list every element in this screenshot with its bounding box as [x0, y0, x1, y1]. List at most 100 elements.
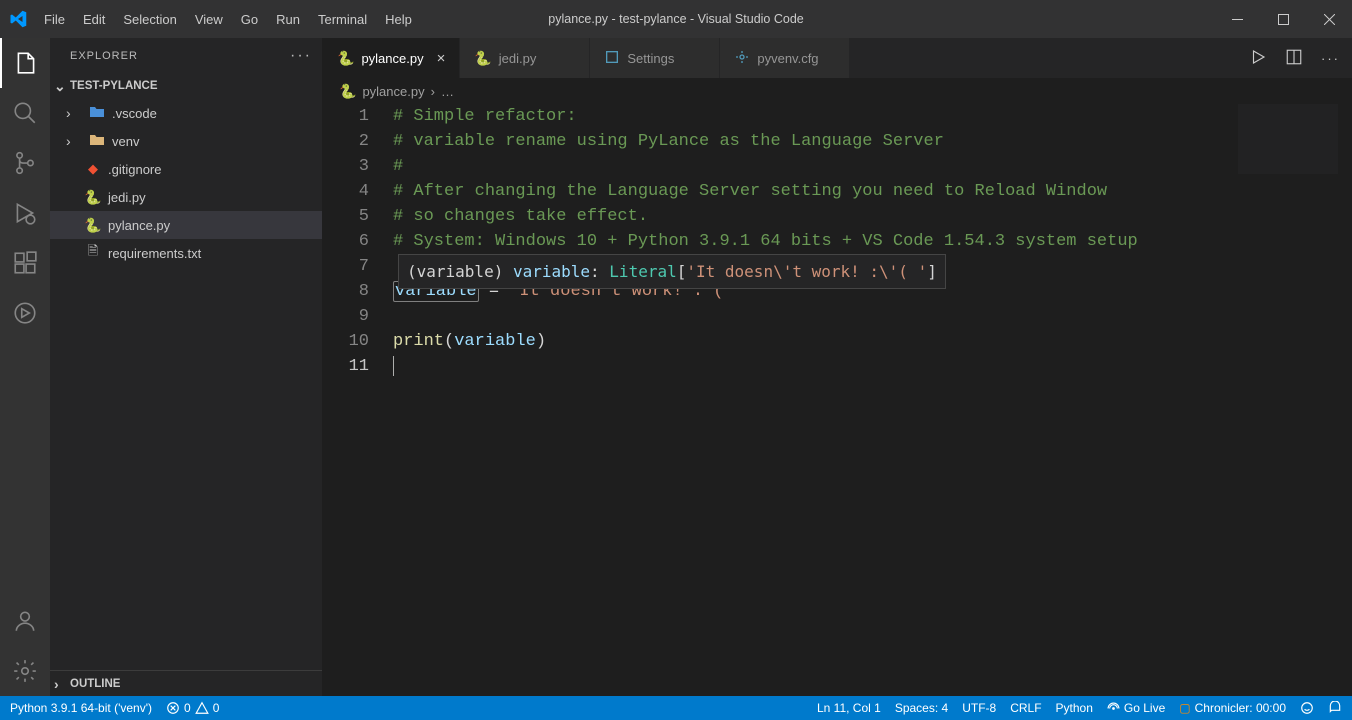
menu-view[interactable]: View — [186, 0, 232, 38]
sidebar-more-icon[interactable]: ··· — [290, 47, 312, 65]
hover-literal: 'It doesn\'t work! :\'( ' — [686, 262, 927, 281]
minimap[interactable] — [1238, 104, 1338, 174]
tree-item-vscode[interactable]: › .vscode — [50, 99, 322, 127]
comment: # variable rename using PyLance as the L… — [393, 132, 944, 151]
editor[interactable]: 1 2 3 4 5 6 7 8 9 10 11 # Simple refacto… — [323, 104, 1352, 696]
settings-icon — [604, 49, 620, 68]
line-gutter: 1 2 3 4 5 6 7 8 9 10 11 — [323, 104, 393, 696]
tree-item-label: requirements.txt — [108, 246, 201, 261]
warning-count: 0 — [213, 701, 220, 715]
tree-item-venv[interactable]: › venv — [50, 127, 322, 155]
golive-label: Go Live — [1124, 701, 1165, 715]
status-eol[interactable]: CRLF — [1010, 701, 1041, 715]
window-controls — [1214, 0, 1352, 38]
sidebar: EXPLORER ··· ⌄ TEST-PYLANCE › .vscode › … — [50, 38, 323, 696]
menu-edit[interactable]: Edit — [74, 0, 114, 38]
more-actions-button[interactable]: ··· — [1321, 51, 1340, 66]
tab-bar: 🐍 pylance.py × 🐍 jedi.py Settings pyvenv… — [323, 38, 1352, 78]
tab-jedi[interactable]: 🐍 jedi.py — [460, 38, 590, 78]
chevron-right-icon: › — [431, 84, 435, 99]
menu-run[interactable]: Run — [267, 0, 309, 38]
outline-section[interactable]: › OUTLINE — [50, 670, 322, 696]
gear-icon — [734, 49, 750, 68]
file-icon: 🗎 — [84, 242, 102, 264]
tree-item-gitignore[interactable]: ◆ .gitignore — [50, 155, 322, 183]
editor-area: 🐍 pylance.py × 🐍 jedi.py Settings pyvenv… — [323, 38, 1352, 696]
tab-label: pyvenv.cfg — [757, 51, 818, 66]
status-spaces[interactable]: Spaces: 4 — [895, 701, 948, 715]
comment: # — [393, 157, 403, 176]
hover-name: variable — [513, 262, 590, 281]
menu-help[interactable]: Help — [376, 0, 421, 38]
python-icon: 🐍 — [84, 217, 102, 234]
activity-chronicler[interactable] — [0, 288, 50, 338]
breadcrumb-symbol: … — [441, 84, 454, 99]
status-lncol[interactable]: Ln 11, Col 1 — [817, 701, 881, 715]
folder-icon — [88, 133, 106, 150]
menubar: File Edit Selection View Go Run Terminal… — [35, 0, 421, 38]
run-button[interactable] — [1249, 48, 1267, 69]
status-chronicler[interactable]: ▢ Chronicler: 00:00 — [1179, 701, 1286, 715]
status-language[interactable]: Python — [1056, 701, 1093, 715]
activity-search[interactable] — [0, 88, 50, 138]
chevron-right-icon: › — [66, 105, 82, 121]
chevron-right-icon: › — [66, 133, 82, 149]
line-number: 7 — [323, 254, 369, 279]
activity-account[interactable] — [0, 596, 50, 646]
status-bar: Python 3.9.1 64-bit ('venv') 0 0 Ln 11, … — [0, 696, 1352, 720]
close-icon[interactable]: × — [437, 50, 446, 67]
line-number: 8 — [323, 279, 369, 304]
python-icon: 🐍 — [474, 50, 491, 67]
line-number: 2 — [323, 129, 369, 154]
comment: # Simple refactor: — [393, 107, 577, 126]
folder-header[interactable]: ⌄ TEST-PYLANCE — [50, 73, 322, 99]
tab-pyvenv[interactable]: pyvenv.cfg — [720, 38, 850, 78]
status-notifications[interactable] — [1328, 701, 1342, 715]
git-icon: ◆ — [84, 161, 102, 177]
python-icon: 🐍 — [339, 83, 356, 100]
activity-settings[interactable] — [0, 646, 50, 696]
sidebar-title: EXPLORER ··· — [50, 38, 322, 73]
tree-item-label: pylance.py — [108, 218, 170, 233]
hover-bracket: ] — [927, 262, 937, 281]
maximize-button[interactable] — [1260, 0, 1306, 38]
split-editor-button[interactable] — [1285, 48, 1303, 69]
file-tree: › .vscode › venv ◆ .gitignore 🐍 jedi.py — [50, 99, 322, 670]
breadcrumb[interactable]: 🐍 pylance.py › … — [323, 78, 1352, 104]
chronicler-label: Chronicler: 00:00 — [1195, 701, 1286, 715]
close-button[interactable] — [1306, 0, 1352, 38]
minimize-button[interactable] — [1214, 0, 1260, 38]
line-number: 4 — [323, 179, 369, 204]
sidebar-title-label: EXPLORER — [70, 50, 138, 62]
code-content[interactable]: # Simple refactor: # variable rename usi… — [393, 104, 1352, 696]
tab-settings[interactable]: Settings — [590, 38, 720, 78]
tree-item-requirements[interactable]: 🗎 requirements.txt — [50, 239, 322, 267]
editor-actions: ··· — [1249, 38, 1352, 78]
activity-source-control[interactable] — [0, 138, 50, 188]
comment: # so changes take effect. — [393, 207, 648, 226]
status-problems[interactable]: 0 0 — [166, 701, 219, 715]
chevron-down-icon: ⌄ — [54, 78, 70, 95]
status-encoding[interactable]: UTF-8 — [962, 701, 996, 715]
menu-go[interactable]: Go — [232, 0, 267, 38]
titlebar: File Edit Selection View Go Run Terminal… — [0, 0, 1352, 38]
activity-explorer[interactable] — [0, 38, 50, 88]
tree-item-label: venv — [112, 134, 139, 149]
tab-pylance[interactable]: 🐍 pylance.py × — [323, 38, 460, 78]
activity-run-debug[interactable] — [0, 188, 50, 238]
status-feedback[interactable] — [1300, 701, 1314, 715]
activity-extensions[interactable] — [0, 238, 50, 288]
status-python[interactable]: Python 3.9.1 64-bit ('venv') — [10, 701, 152, 715]
hover-bracket: [ — [677, 262, 687, 281]
menu-file[interactable]: File — [35, 0, 74, 38]
tree-item-pylance[interactable]: 🐍 pylance.py — [50, 211, 322, 239]
tab-label: pylance.py — [361, 51, 423, 66]
menu-selection[interactable]: Selection — [114, 0, 185, 38]
tree-item-jedi[interactable]: 🐍 jedi.py — [50, 183, 322, 211]
line-number: 11 — [323, 354, 369, 379]
outline-label: OUTLINE — [70, 678, 120, 690]
text-cursor — [393, 356, 394, 376]
status-golive[interactable]: Go Live — [1107, 701, 1165, 715]
line-number: 10 — [323, 329, 369, 354]
menu-terminal[interactable]: Terminal — [309, 0, 376, 38]
